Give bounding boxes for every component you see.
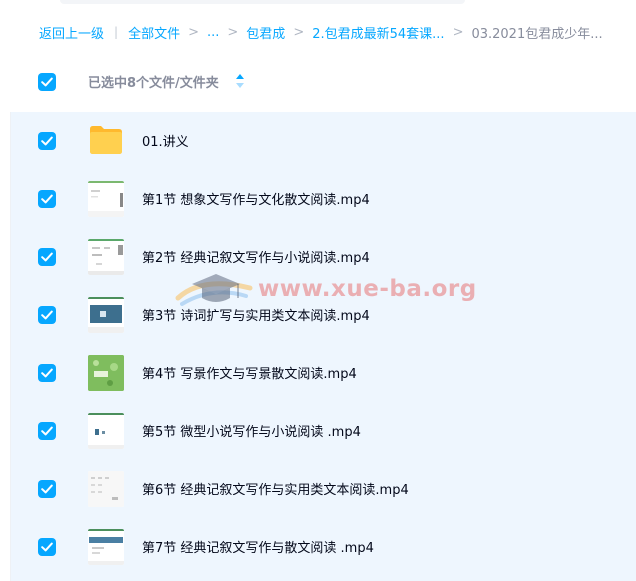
row-checkbox[interactable] [38, 190, 56, 208]
check-icon [41, 136, 53, 146]
file-name[interactable]: 第7节 经典记叙文写作与散文阅读 .mp4 [142, 537, 374, 556]
row-checkbox[interactable] [38, 364, 56, 382]
check-icon [41, 77, 53, 87]
video-thumbnail [88, 239, 124, 275]
list-item[interactable]: 第1节 想象文写作与文化散文阅读.mp4 [11, 170, 636, 228]
list-item[interactable]: 第2节 经典记叙文写作与小说阅读.mp4 [11, 228, 636, 286]
top-scroll-edge [60, 0, 465, 4]
list-header: 已选中8个文件/文件夹 [0, 62, 636, 102]
check-icon [41, 368, 53, 378]
chevron-right-icon: > [293, 24, 305, 40]
file-name[interactable]: 第1节 想象文写作与文化散文阅读.mp4 [142, 189, 370, 208]
list-item[interactable]: 01.讲义 [11, 112, 636, 170]
file-name[interactable]: 第6节 经典记叙文写作与实用类文本阅读.mp4 [142, 479, 409, 498]
breadcrumb-ellipsis[interactable]: ... [207, 25, 219, 40]
row-checkbox[interactable] [38, 480, 56, 498]
chevron-right-icon: > [227, 24, 239, 40]
check-icon [41, 484, 53, 494]
breadcrumb: 返回上一级 | 全部文件 > ... > 包君成 > 2.包君成最新54套课..… [39, 22, 603, 42]
list-item[interactable]: 第5节 微型小说写作与小说阅读 .mp4 [11, 402, 636, 460]
chevron-right-icon: > [452, 24, 464, 40]
breadcrumb-folder-1[interactable]: 包君成 [246, 23, 285, 42]
row-checkbox[interactable] [38, 306, 56, 324]
row-checkbox[interactable] [38, 538, 56, 556]
file-name[interactable]: 01.讲义 [142, 131, 189, 150]
select-all-checkbox[interactable] [38, 73, 56, 91]
video-thumbnail [88, 471, 124, 507]
folder-icon [90, 126, 122, 154]
video-thumbnail [88, 297, 124, 333]
file-browser: 返回上一级 | 全部文件 > ... > 包君成 > 2.包君成最新54套课..… [0, 0, 636, 581]
breadcrumb-divider: | [114, 25, 119, 39]
file-name[interactable]: 第3节 诗词扩写与实用类文本阅读.mp4 [142, 305, 370, 324]
breadcrumb-all-files[interactable]: 全部文件 [128, 23, 180, 42]
breadcrumb-current: 03.2021包君成少年... [471, 26, 603, 42]
file-list: 01.讲义 第1节 想象文写作与文化散文阅读.mp4 第2节 经典记叙文写作与小… [11, 112, 636, 581]
list-item[interactable]: 第6节 经典记叙文写作与实用类文本阅读.mp4 [11, 460, 636, 518]
row-checkbox[interactable] [38, 248, 56, 266]
list-item[interactable]: 第4节 写景作文与写景散文阅读.mp4 [11, 344, 636, 402]
row-checkbox[interactable] [38, 132, 56, 150]
list-item[interactable]: 第3节 诗词扩写与实用类文本阅读.mp4 [11, 286, 636, 344]
video-thumbnail [88, 181, 124, 217]
chevron-right-icon: > [188, 24, 199, 40]
check-icon [41, 310, 53, 320]
selection-count-label: 已选中8个文件/文件夹 [88, 76, 219, 91]
list-item[interactable]: 第7节 经典记叙文写作与散文阅读 .mp4 [11, 518, 636, 576]
back-link[interactable]: 返回上一级 [39, 23, 104, 42]
check-icon [41, 252, 53, 262]
check-icon [41, 426, 53, 436]
file-name[interactable]: 第5节 微型小说写作与小说阅读 .mp4 [142, 421, 361, 440]
video-thumbnail [88, 413, 124, 449]
file-name[interactable]: 第4节 写景作文与写景散文阅读.mp4 [142, 363, 357, 382]
check-icon [41, 542, 53, 552]
file-name[interactable]: 第2节 经典记叙文写作与小说阅读.mp4 [142, 247, 370, 266]
sort-icon[interactable] [235, 73, 245, 89]
breadcrumb-folder-2[interactable]: 2.包君成最新54套课... [312, 23, 444, 42]
video-thumbnail [88, 529, 124, 565]
row-checkbox[interactable] [38, 422, 56, 440]
check-icon [41, 194, 53, 204]
video-thumbnail [88, 355, 124, 391]
